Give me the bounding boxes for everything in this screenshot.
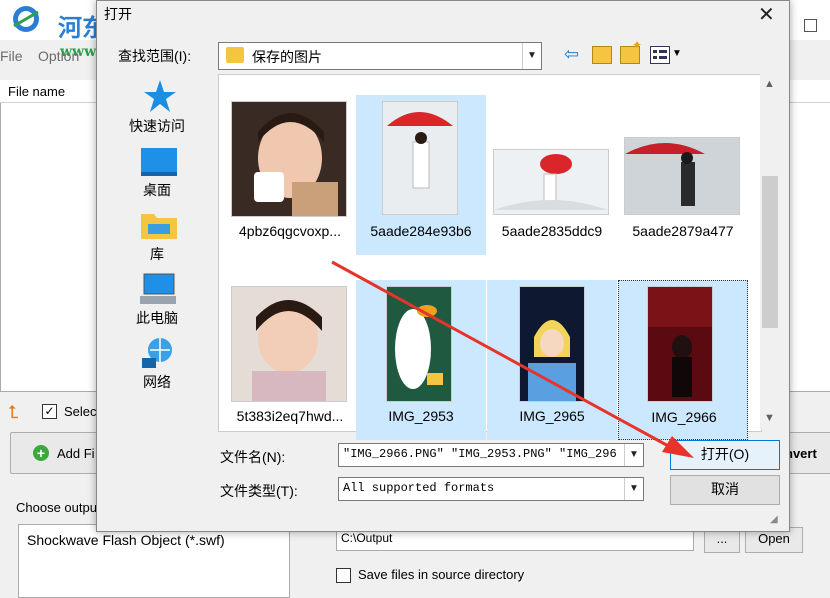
- annotation-arrow: [331, 260, 694, 458]
